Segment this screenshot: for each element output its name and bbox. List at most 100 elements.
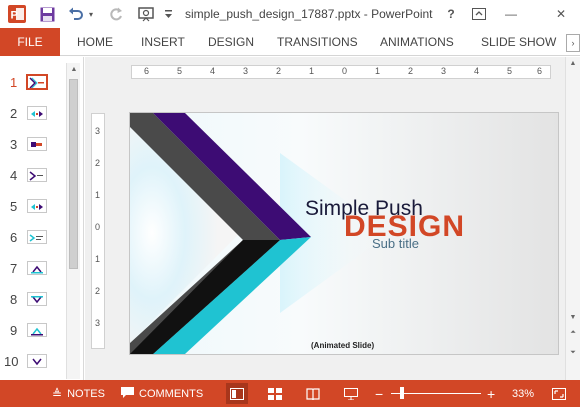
editor-scrollbar[interactable]: ▲ ▼ ⏶ ⏷	[565, 57, 580, 380]
ruler-tick: 0	[342, 66, 348, 76]
tab-file[interactable]: FILE	[0, 28, 60, 56]
thumbnail-scrollbar[interactable]: ▲	[66, 63, 80, 379]
slide-thumbnail-image	[27, 230, 47, 244]
comments-button[interactable]: COMMENTS	[121, 380, 203, 407]
ribbon-display-options-icon[interactable]	[468, 4, 490, 24]
ruler-tick: 6	[144, 66, 150, 76]
fit-slide-icon[interactable]	[552, 380, 566, 407]
slide-thumbnail-6[interactable]: 6	[0, 224, 66, 248]
tab-transitions[interactable]: TRANSITIONS	[277, 28, 358, 56]
slide-thumbnail-pane: 1 2 3 4 5 6 7 8 9 10 ▲	[0, 57, 84, 380]
slide-thumbnail-3[interactable]: 3	[0, 131, 66, 155]
comments-icon	[121, 386, 134, 401]
scroll-up-icon[interactable]: ▲	[566, 57, 580, 69]
notes-label: NOTES	[67, 387, 105, 400]
slide-thumbnail-image	[27, 354, 47, 368]
ruler-tick: 0	[95, 222, 101, 232]
zoom-in-button[interactable]: +	[487, 380, 495, 407]
slide-thumbnail-2[interactable]: 2	[0, 100, 66, 124]
ruler-tick: 6	[537, 66, 543, 76]
slide-thumbnail-image	[26, 74, 48, 90]
slide-subtitle[interactable]: Sub title	[372, 236, 419, 251]
normal-view-icon[interactable]	[226, 383, 248, 404]
slide-thumbnail-7[interactable]: 7	[0, 255, 66, 279]
slide-number: 2	[10, 106, 18, 121]
redo-icon[interactable]	[106, 4, 126, 24]
slide-number: 7	[10, 261, 18, 276]
slide-thumbnail-image	[27, 261, 47, 275]
slide-number: 6	[10, 230, 18, 245]
slide-canvas[interactable]: Simple Push DESIGN Sub title (Animated S…	[130, 113, 558, 354]
next-slide-icon[interactable]: ⏷	[566, 347, 580, 359]
ruler-tick: 1	[375, 66, 381, 76]
slide-thumbnail-image	[27, 292, 47, 306]
slide-thumbnail-8[interactable]: 8	[0, 286, 66, 310]
zoom-out-button[interactable]: −	[375, 380, 383, 407]
help-button[interactable]: ?	[440, 4, 462, 24]
ruler-tick: 2	[408, 66, 414, 76]
slide-thumbnail-4[interactable]: 4	[0, 162, 66, 186]
start-from-beginning-icon[interactable]	[136, 4, 156, 24]
horizontal-ruler: 6 5 4 3 2 1 0 1 2 3 4 5 6	[131, 65, 551, 79]
zoom-level[interactable]: 33%	[512, 380, 534, 407]
ruler-tick: 4	[474, 66, 480, 76]
slide-sorter-icon[interactable]	[264, 383, 286, 404]
ruler-tick: 2	[95, 286, 101, 296]
zoom-slider[interactable]	[391, 393, 481, 394]
previous-slide-icon[interactable]: ⏶	[566, 327, 580, 339]
comments-label: COMMENTS	[139, 387, 204, 400]
ruler-tick: 5	[507, 66, 513, 76]
minimize-button[interactable]: —	[500, 4, 522, 24]
save-icon[interactable]	[36, 4, 58, 24]
slide-thumbnail-image	[27, 199, 47, 213]
svg-text:P: P	[11, 10, 18, 22]
slide-number: 1	[10, 75, 18, 90]
undo-icon[interactable]	[66, 4, 86, 24]
ribbon-tabs: FILE HOME INSERT DESIGN TRANSITIONS ANIM…	[0, 28, 580, 56]
tab-slide-show[interactable]: SLIDE SHOW	[481, 28, 556, 56]
scrollbar-thumb[interactable]	[69, 79, 78, 269]
ruler-tick: 5	[177, 66, 183, 76]
notes-button[interactable]: ≜ NOTES	[52, 380, 105, 407]
ruler-tick: 3	[441, 66, 447, 76]
ribbon-scroll-right-icon[interactable]: ›	[566, 34, 580, 52]
vertical-ruler: 3 2 1 0 1 2 3	[91, 113, 105, 349]
slide-editing-area: 6 5 4 3 2 1 0 1 2 3 4 5 6 3 2 1 0 1 2 3	[85, 57, 580, 380]
customize-toolbar-icon[interactable]	[162, 4, 174, 24]
notes-icon: ≜	[52, 386, 63, 401]
window-title: simple_push_design_17887.pptx - PowerPoi…	[185, 7, 433, 21]
status-bar: ≜ NOTES COMMENTS − + 33%	[0, 380, 580, 407]
slide-thumbnail-image	[27, 137, 47, 151]
slide-number: 10	[4, 354, 19, 369]
slide-thumbnail-1[interactable]: 1	[0, 69, 66, 93]
slide-thumbnail-image	[27, 106, 47, 120]
ruler-tick: 3	[243, 66, 249, 76]
slide-thumbnail-10[interactable]: 10	[0, 348, 66, 372]
ruler-tick: 2	[95, 158, 101, 168]
scroll-down-icon[interactable]: ▼	[566, 311, 580, 323]
ruler-tick: 1	[309, 66, 315, 76]
scroll-up-icon[interactable]: ▲	[67, 63, 81, 75]
undo-dropdown-icon[interactable]: ▾	[86, 4, 96, 24]
slide-number: 9	[10, 323, 18, 338]
slide-number: 4	[10, 168, 18, 183]
slide-thumbnail-image	[27, 323, 47, 337]
slide-thumbnail-5[interactable]: 5	[0, 193, 66, 217]
slide-number: 3	[10, 137, 18, 152]
ruler-tick: 4	[210, 66, 216, 76]
tab-insert[interactable]: INSERT	[141, 28, 185, 56]
tab-home[interactable]: HOME	[77, 28, 113, 56]
powerpoint-logo-icon: P	[6, 4, 28, 24]
slide-thumbnail-9[interactable]: 9	[0, 317, 66, 341]
slide-caption[interactable]: (Animated Slide)	[311, 341, 374, 350]
ruler-tick: 1	[95, 254, 101, 264]
ruler-tick: 2	[276, 66, 282, 76]
tab-design[interactable]: DESIGN	[208, 28, 254, 56]
reading-view-icon[interactable]	[302, 383, 324, 404]
title-bar: P ▾ simple_push_design_17887.pptx - Powe…	[0, 0, 580, 28]
zoom-slider-handle[interactable]	[400, 387, 404, 399]
tab-animations[interactable]: ANIMATIONS	[380, 28, 454, 56]
close-button[interactable]: ✕	[550, 4, 572, 24]
ruler-tick: 1	[95, 190, 101, 200]
slide-show-icon[interactable]	[340, 383, 362, 404]
